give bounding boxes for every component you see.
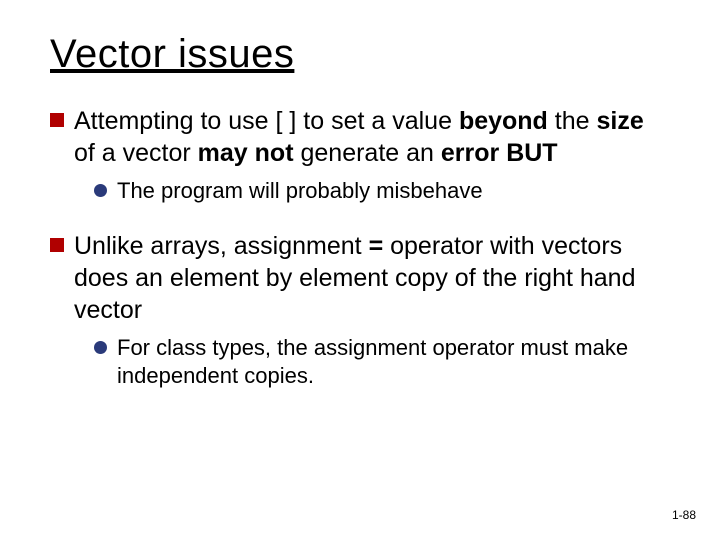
t-eq: = (369, 232, 384, 260)
circle-bullet-icon (94, 341, 107, 354)
bullet-1-sub-wrap: The program will probably misbehave (94, 177, 670, 206)
t: Unlike arrays, assignment (74, 232, 369, 260)
bullet-1-sub-text: The program will probably misbehave (117, 177, 483, 206)
t-maynot: may not (198, 139, 294, 167)
t: the (548, 107, 597, 135)
bullet-2-sub: For class types, the assignment operator… (94, 334, 670, 391)
square-bullet-icon (50, 238, 64, 252)
bullet-2-text: Unlike arrays, assignment = operator wit… (74, 230, 670, 326)
square-bullet-icon (50, 113, 64, 127)
t: generate an (294, 139, 441, 167)
bullet-2: Unlike arrays, assignment = operator wit… (50, 230, 670, 326)
slide: Vector issues Attempting to use [ ] to s… (0, 0, 720, 540)
t: Attempting to use [ ] to set a value (74, 107, 459, 135)
bullet-1-sub: The program will probably misbehave (94, 177, 670, 206)
t-error: error (441, 139, 499, 167)
bullet-1-text: Attempting to use [ ] to set a value bey… (74, 105, 670, 169)
t: of a vector (74, 139, 198, 167)
page-number: 1-88 (672, 508, 696, 522)
t-but: BUT (506, 139, 557, 167)
t-beyond: beyond (459, 107, 548, 135)
circle-bullet-icon (94, 184, 107, 197)
bullet-2-sub-wrap: For class types, the assignment operator… (94, 334, 670, 391)
bullet-1: Attempting to use [ ] to set a value bey… (50, 105, 670, 169)
bullet-2-sub-text: For class types, the assignment operator… (117, 334, 670, 391)
slide-title: Vector issues (50, 32, 670, 77)
t-size: size (597, 107, 644, 135)
